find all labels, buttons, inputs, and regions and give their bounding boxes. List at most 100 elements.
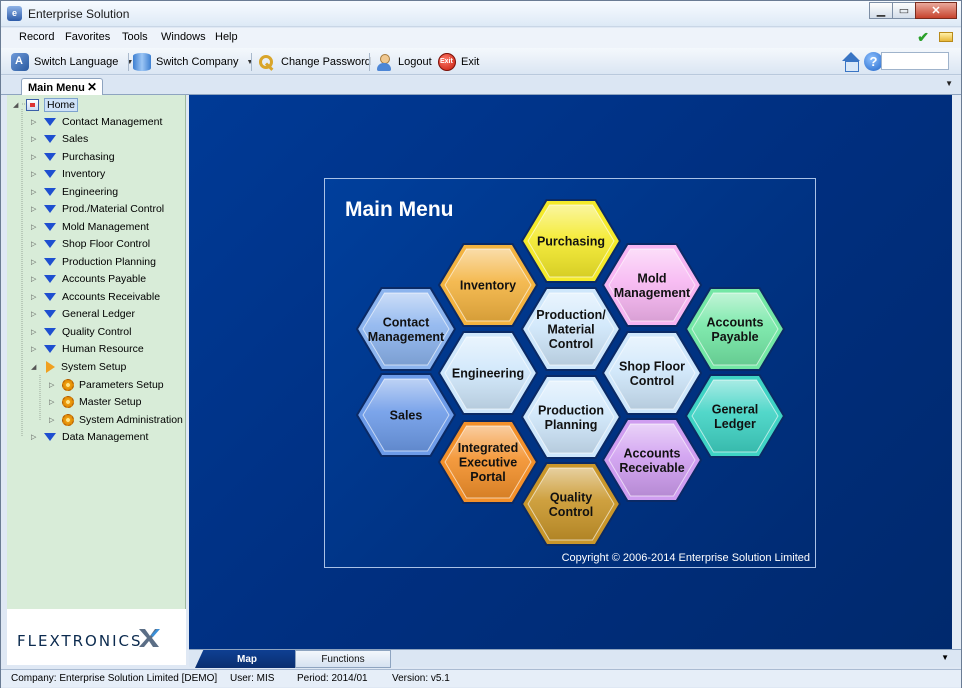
tree-item-production-planning[interactable]: ▷ Production Planning bbox=[31, 253, 156, 270]
tree-item-inventory[interactable]: ▷ Inventory bbox=[31, 166, 105, 183]
menu-tools[interactable]: Tools bbox=[122, 31, 148, 43]
tree-item-label: Master Setup bbox=[79, 395, 142, 408]
tree-item-label: Data Management bbox=[62, 430, 149, 443]
change-password-button[interactable]: Change Password bbox=[258, 52, 371, 72]
tree-item-data-management[interactable]: ▷ Data Management bbox=[31, 428, 148, 445]
expand-icon[interactable]: ▷ bbox=[31, 188, 40, 196]
tab-functions[interactable]: Functions bbox=[295, 650, 391, 668]
expand-icon[interactable]: ▷ bbox=[31, 205, 40, 213]
tile-sales[interactable]: Sales bbox=[355, 373, 457, 457]
tile-contact-management[interactable]: ContactManagement bbox=[355, 287, 457, 371]
module-icon bbox=[44, 327, 56, 336]
tab-list-dropdown-icon[interactable]: ▼ bbox=[945, 79, 953, 88]
expand-icon[interactable]: ▷ bbox=[31, 328, 40, 336]
close-button[interactable]: ✕ bbox=[915, 2, 957, 19]
tile-shop-floor-control[interactable]: Shop FloorControl bbox=[601, 331, 703, 415]
check-icon[interactable]: ✔ bbox=[917, 30, 929, 44]
tree-item-mold-management[interactable]: ▷ Mold Management bbox=[31, 218, 149, 235]
tile-production-planning[interactable]: ProductionPlanning bbox=[520, 375, 622, 459]
tree-item-accounts-receivable[interactable]: ▷ Accounts Receivable bbox=[31, 288, 160, 305]
expand-icon[interactable]: ▷ bbox=[31, 118, 40, 126]
exit-label: Exit bbox=[461, 56, 480, 68]
quick-search-input[interactable] bbox=[881, 52, 949, 70]
view-tab-bar: Map Functions ▼ bbox=[189, 649, 961, 668]
menu-record[interactable]: Record bbox=[19, 31, 54, 43]
tile-production-material-control[interactable]: Production/MaterialControl bbox=[520, 287, 622, 371]
home-icon[interactable] bbox=[841, 51, 861, 72]
switch-company-button[interactable]: Switch Company ▼ bbox=[133, 52, 253, 72]
menu-favorites[interactable]: Favorites bbox=[65, 31, 110, 43]
tab-map[interactable]: Map bbox=[195, 650, 299, 668]
tree-item-label: Human Resource bbox=[62, 343, 144, 355]
tree-item-system-administration[interactable]: ▷ System Administration bbox=[49, 411, 183, 428]
main-content-area: Main Menu Purchasing Inventory Mold Managem… bbox=[189, 95, 952, 649]
tree-item-contact-management[interactable]: ▷ Contact Management bbox=[31, 113, 162, 130]
view-dropdown-icon[interactable]: ▼ bbox=[941, 653, 949, 662]
tile-label: Management bbox=[614, 286, 691, 300]
tile-label: Executive bbox=[459, 456, 517, 470]
tile-inventory[interactable]: Inventory bbox=[437, 243, 539, 327]
tree-item-general-ledger[interactable]: ▷ General Ledger bbox=[31, 306, 135, 323]
tile-label: Shop Floor bbox=[619, 359, 685, 373]
tile-label: Material bbox=[547, 323, 594, 337]
tree-item-label: Contact Management bbox=[62, 115, 163, 128]
tree-item-shop-floor-control[interactable]: ▷ Shop Floor Control bbox=[31, 236, 150, 253]
vertical-scrollbar[interactable] bbox=[952, 95, 961, 649]
tile-mold-management[interactable]: MoldManagement bbox=[601, 243, 703, 327]
tile-integrated-executive-portal[interactable]: IntegratedExecutivePortal bbox=[437, 420, 539, 504]
tree-item-master-setup[interactable]: ▷ Master Setup bbox=[49, 393, 141, 410]
tile-engineering[interactable]: Engineering bbox=[437, 331, 539, 415]
tile-label: Contact bbox=[383, 315, 430, 329]
tree-item-label: Accounts Receivable bbox=[62, 290, 161, 303]
expand-icon[interactable]: ▷ bbox=[31, 275, 40, 283]
expand-icon[interactable]: ▷ bbox=[31, 170, 40, 178]
exit-button[interactable]: Exit bbox=[438, 52, 479, 72]
expand-icon[interactable]: ▷ bbox=[49, 416, 58, 424]
tile-accounts-receivable[interactable]: AccountsReceivable bbox=[601, 418, 703, 502]
expand-icon[interactable]: ▷ bbox=[31, 310, 40, 318]
tree-item-home[interactable]: ◢ Home bbox=[13, 96, 79, 113]
expand-icon[interactable]: ▷ bbox=[31, 293, 40, 301]
tree-item-label: Shop Floor Control bbox=[62, 238, 151, 250]
expand-icon[interactable]: ▷ bbox=[31, 223, 40, 231]
tree-item-quality-control[interactable]: ▷ Quality Control bbox=[31, 323, 131, 340]
collapse-icon[interactable]: ◢ bbox=[13, 101, 22, 109]
tree-item-label: Purchasing bbox=[62, 150, 115, 163]
module-icon bbox=[44, 152, 56, 161]
collapse-icon[interactable]: ◢ bbox=[31, 363, 40, 371]
expand-icon[interactable]: ▷ bbox=[31, 433, 40, 441]
tree-item-human-resource[interactable]: ▷ Human Resource bbox=[31, 341, 144, 358]
tree-item-label: Inventory bbox=[62, 168, 106, 180]
minimize-button[interactable]: ▁ bbox=[869, 2, 893, 19]
tree-item-purchasing[interactable]: ▷ Purchasing bbox=[31, 148, 115, 165]
tile-quality-control[interactable]: QualityControl bbox=[520, 462, 622, 546]
module-icon bbox=[44, 240, 56, 248]
menu-windows[interactable]: Windows bbox=[161, 31, 206, 43]
tile-purchasing[interactable]: Purchasing bbox=[520, 199, 622, 283]
message-icon[interactable] bbox=[939, 32, 953, 42]
tree-item-accounts-payable[interactable]: ▷ Accounts Payable bbox=[31, 271, 146, 288]
maximize-button[interactable]: ▭ bbox=[892, 2, 916, 19]
logout-button[interactable]: Logout bbox=[375, 52, 432, 72]
tab-main-menu[interactable]: Main Menu ✕ bbox=[21, 78, 103, 96]
tile-accounts-payable[interactable]: AccountsPayable bbox=[684, 287, 786, 371]
expand-icon[interactable]: ▷ bbox=[49, 398, 58, 406]
tree-item-sales[interactable]: ▷ Sales bbox=[31, 131, 88, 148]
navigation-sidebar: ◢ Home ▷ Contact Management ▷ Sales ▷ Purchas… bbox=[7, 95, 186, 665]
close-tab-icon[interactable]: ✕ bbox=[87, 80, 97, 94]
switch-language-button[interactable]: Switch Language ▼ bbox=[11, 52, 133, 72]
tree-item-parameters-setup[interactable]: ▷ Parameters Setup bbox=[49, 376, 164, 393]
tree-item-prod-material-control[interactable]: ▷ Prod./Material Control bbox=[31, 201, 164, 218]
tree-item-system-setup[interactable]: ◢ System Setup bbox=[31, 358, 126, 375]
tile-general-ledger[interactable]: GeneralLedger bbox=[684, 374, 786, 458]
expand-icon[interactable]: ▷ bbox=[31, 345, 40, 353]
expand-icon[interactable]: ▷ bbox=[31, 153, 40, 161]
expand-icon[interactable]: ▷ bbox=[31, 135, 40, 143]
expand-icon[interactable]: ▷ bbox=[49, 381, 58, 389]
tile-label: Receivable bbox=[619, 461, 684, 475]
module-icon bbox=[44, 275, 56, 283]
menu-help[interactable]: Help bbox=[215, 31, 238, 43]
tree-item-engineering[interactable]: ▷ Engineering bbox=[31, 183, 118, 200]
expand-icon[interactable]: ▷ bbox=[31, 240, 40, 248]
expand-icon[interactable]: ▷ bbox=[31, 258, 40, 266]
